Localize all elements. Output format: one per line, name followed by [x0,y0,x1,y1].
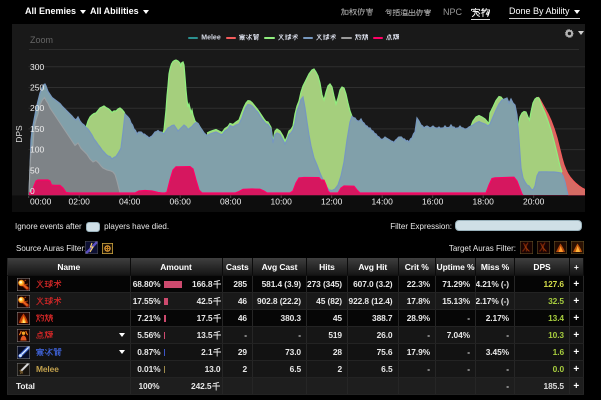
svg-text:100: 100 [30,145,44,155]
svg-text:250: 250 [30,83,44,93]
svg-text:200: 200 [30,103,44,113]
svg-text:00:00: 00:00 [30,197,52,207]
svg-text:50: 50 [30,165,40,175]
svg-text:150: 150 [30,124,44,134]
svg-text:300: 300 [30,62,44,72]
svg-text:DPS: DPS [14,125,24,143]
svg-text:0: 0 [30,186,35,196]
